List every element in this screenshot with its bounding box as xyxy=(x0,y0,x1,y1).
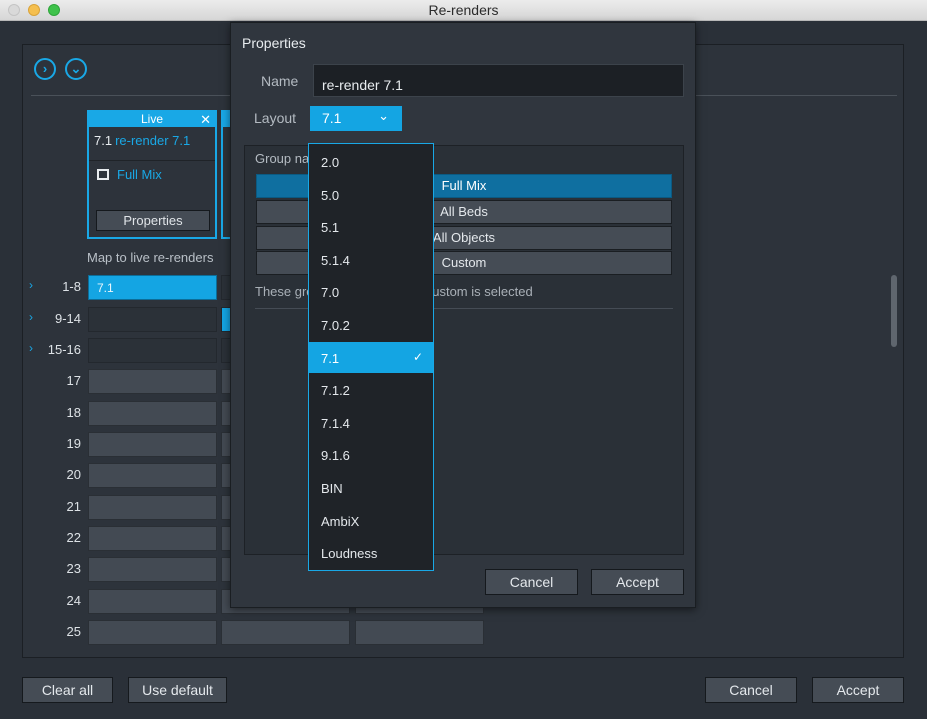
layout-option-label: 5.1 xyxy=(321,220,340,236)
row-label: 24 xyxy=(66,593,81,608)
layout-option-label: 7.0.2 xyxy=(321,318,350,333)
layout-option-label: 5.0 xyxy=(321,187,340,203)
properties-accept-button[interactable]: Accept xyxy=(591,569,684,595)
grid-cell[interactable] xyxy=(88,369,217,394)
row-label: 22 xyxy=(66,530,81,545)
layout-select[interactable]: 7.1 ⌄ xyxy=(310,106,402,131)
grid-cell[interactable] xyxy=(88,338,217,363)
name-label: Name xyxy=(261,73,299,89)
cancel-button[interactable]: Cancel xyxy=(705,677,797,703)
row-label: 9-14 xyxy=(54,311,81,326)
grid-cell[interactable] xyxy=(88,620,217,645)
layout-option[interactable]: 7.1 ✓ xyxy=(309,341,433,373)
live-card-title: Live xyxy=(140,112,163,126)
live-re-render-card[interactable]: Live ✕ 7.1 re-render 7.1 Full Mix Propert… xyxy=(87,110,217,239)
grid-cell[interactable] xyxy=(221,620,350,645)
next-icon[interactable]: › xyxy=(34,58,56,80)
layout-option-label: 5.1.4 xyxy=(321,252,350,268)
grid-cell[interactable] xyxy=(88,432,217,457)
properties-cancel-button[interactable]: Cancel xyxy=(485,569,578,595)
row-label: 19 xyxy=(66,436,81,451)
properties-dialog: Properties Name Layout 7.1 ⌄ Group na Fu… xyxy=(230,22,696,608)
layout-option[interactable]: AmbiX xyxy=(309,505,433,536)
row-label: 18 xyxy=(66,405,81,420)
layout-option[interactable]: 7.1.4 xyxy=(309,407,433,438)
row-label: 21 xyxy=(66,499,81,514)
live-card-properties-button[interactable]: Properties xyxy=(96,210,210,231)
title-bar: Re-renders xyxy=(0,0,927,21)
check-icon: ✓ xyxy=(412,349,423,364)
layout-option-label: 9.1.6 xyxy=(321,448,350,464)
layout-select-value: 7.1 xyxy=(322,110,342,126)
group-hint-start: These gro xyxy=(255,284,314,299)
grid-cell[interactable] xyxy=(88,401,217,426)
layout-option[interactable]: Loudness xyxy=(309,537,433,568)
layout-option[interactable]: 7.0.2 xyxy=(309,309,433,340)
name-input[interactable] xyxy=(313,64,684,97)
chevron-down-icon: ⌄ xyxy=(378,108,389,123)
grid-cell[interactable] xyxy=(88,557,217,582)
grid-cell[interactable] xyxy=(88,526,217,551)
row-label: 17 xyxy=(66,373,81,388)
grid-cell[interactable]: 7.1 xyxy=(88,275,217,300)
layout-option[interactable]: 2.0 xyxy=(309,146,433,177)
layout-option-label: Loudness xyxy=(321,546,378,562)
live-card-group-row: Full Mix xyxy=(89,161,215,203)
grid-cell[interactable] xyxy=(88,589,217,614)
layout-option[interactable]: BIN xyxy=(309,472,433,503)
group-name-label: Group na xyxy=(255,151,310,166)
layout-option-label: 7.1 xyxy=(321,350,340,366)
layout-option[interactable]: 9.1.6 xyxy=(309,439,433,470)
vertical-scrollbar[interactable] xyxy=(891,275,897,347)
group-icon xyxy=(97,169,109,180)
grid-cell[interactable] xyxy=(88,463,217,488)
layout-option-label: 7.1.4 xyxy=(321,415,350,431)
layout-option[interactable]: 7.1.2 xyxy=(309,374,433,405)
close-icon[interactable]: ✕ xyxy=(200,112,211,127)
row-label: 20 xyxy=(66,467,81,482)
layout-option-label: BIN xyxy=(321,481,343,496)
layout-option-label: AmbiX xyxy=(321,513,360,529)
accept-button[interactable]: Accept xyxy=(812,677,904,703)
map-to-live-label: Map to live re-renders xyxy=(87,250,214,265)
use-default-button[interactable]: Use default xyxy=(128,677,227,703)
row-label: 1-8 xyxy=(62,279,81,294)
properties-title: Properties xyxy=(242,35,306,51)
layout-option[interactable]: 5.0 xyxy=(309,179,433,210)
live-card-header: Live ✕ xyxy=(89,112,215,127)
layout-option-label: 2.0 xyxy=(321,155,340,170)
grid-cell[interactable] xyxy=(355,620,484,645)
row-label: 23 xyxy=(66,561,81,576)
clear-all-button[interactable]: Clear all xyxy=(22,677,113,703)
live-card-name-row: 7.1 re-render 7.1 xyxy=(89,127,215,161)
row-label: 15-16 xyxy=(47,342,81,357)
layout-label: Layout xyxy=(254,110,297,126)
layout-option-label: 7.1.2 xyxy=(321,383,350,399)
live-card-layout: 7.1 xyxy=(94,133,113,148)
expand-all-icon[interactable]: ⌄ xyxy=(65,58,87,80)
live-card-group: Full Mix xyxy=(117,167,162,182)
window-title: Re-renders xyxy=(428,2,499,18)
layout-option-label: 7.0 xyxy=(321,285,340,301)
layout-option[interactable]: 7.0 xyxy=(309,276,433,307)
grid-cell[interactable] xyxy=(88,495,217,520)
layout-dropdown[interactable]: 2.0 5.0 5.1 5.1.4 7.0 7.0.2 7.1 ✓ 7.1.2 7.1.4 9.1.… xyxy=(308,143,434,571)
row-label: 25 xyxy=(66,624,81,639)
layout-option[interactable]: 5.1 xyxy=(309,211,433,242)
layout-option[interactable]: 5.1.4 xyxy=(309,244,433,275)
cell-selection-marker xyxy=(222,308,230,331)
live-card-name: re-render 7.1 xyxy=(115,133,191,148)
grid-cell[interactable] xyxy=(88,307,217,332)
